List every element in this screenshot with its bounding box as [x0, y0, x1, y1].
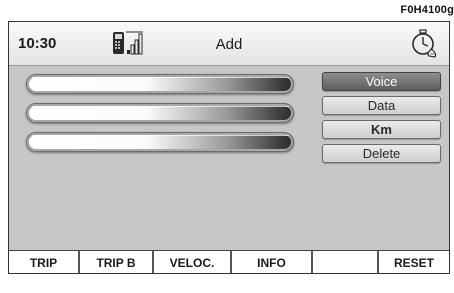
- delete-button[interactable]: Delete: [322, 144, 441, 163]
- display-screen: 10:30 Add Voice Data Km Delete TRIP TRIP…: [8, 21, 450, 274]
- data-button[interactable]: Data: [322, 96, 441, 115]
- timer-icon: [412, 29, 437, 58]
- footer-bar: TRIP TRIP B VELOC. INFO RESET: [9, 250, 449, 273]
- text-field-1[interactable]: [26, 74, 294, 94]
- text-field-3[interactable]: [26, 132, 294, 152]
- reset-button[interactable]: RESET: [379, 251, 449, 273]
- figure-code: F0H4100g: [400, 4, 454, 16]
- veloc-button[interactable]: VELOC.: [154, 251, 230, 273]
- trip-button[interactable]: TRIP: [9, 251, 78, 273]
- header-bar: 10:30 Add: [9, 22, 449, 66]
- text-field-2[interactable]: [26, 103, 294, 123]
- voice-button[interactable]: Voice: [322, 72, 441, 91]
- screen-title: Add: [215, 36, 243, 53]
- empty-footer-button[interactable]: [313, 251, 377, 273]
- content-area: Voice Data Km Delete OK: [9, 66, 449, 273]
- trip-b-button[interactable]: TRIP B: [80, 251, 152, 273]
- km-button[interactable]: Km: [322, 120, 441, 139]
- info-button[interactable]: INFO: [232, 251, 311, 273]
